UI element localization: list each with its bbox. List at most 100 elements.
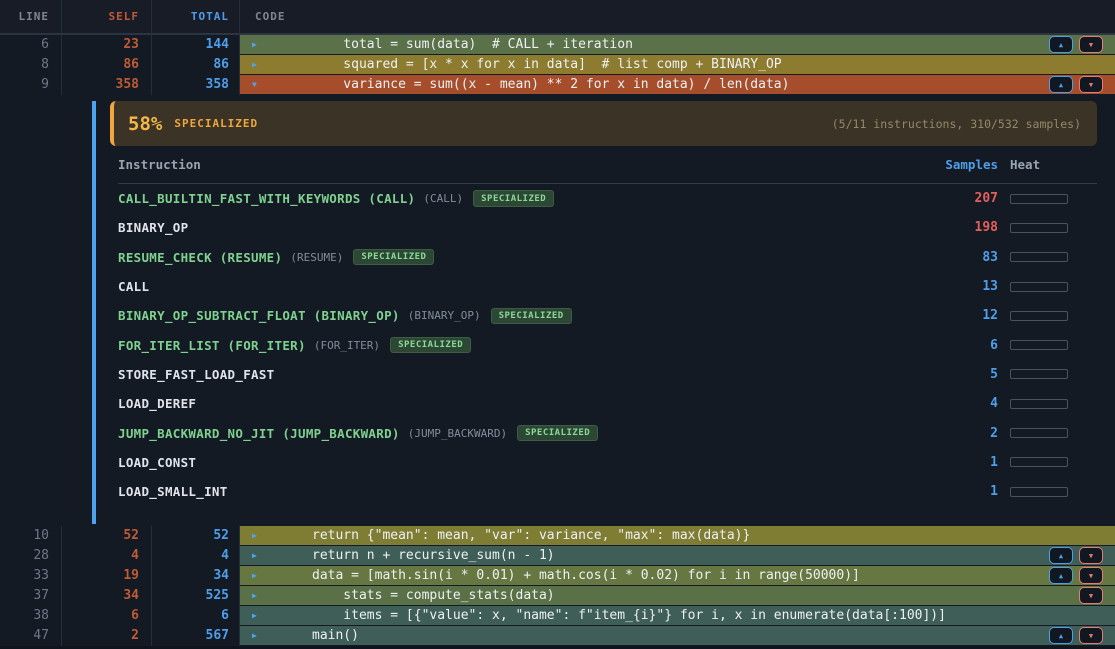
self-samples-value: 86 <box>62 55 152 75</box>
jump-up-button[interactable]: ▲ <box>1049 36 1073 53</box>
jump-down-button[interactable]: ▼ <box>1079 587 1103 604</box>
heat-column-header: Heat <box>1010 157 1068 172</box>
expand-toggle-icon[interactable]: ▶ <box>252 546 257 565</box>
instruction-name-group: BINARY_OP_SUBTRACT_FLOAT (BINARY_OP) (BI… <box>118 308 918 325</box>
expand-toggle-icon[interactable]: ▶ <box>252 526 257 545</box>
specialized-banner: 58% SPECIALIZED (5/11 instructions, 310/… <box>110 101 1097 146</box>
instruction-name-group: FOR_ITER_LIST (FOR_ITER) (FOR_ITER) SPEC… <box>118 337 918 354</box>
specialized-percent: 58% <box>128 113 162 135</box>
specialized-badge: SPECIALIZED <box>473 190 554 207</box>
instruction-row: JUMP_BACKWARD_NO_JIT (JUMP_BACKWARD) (JU… <box>118 418 1097 447</box>
code-cell[interactable]: ▶ return {"mean": mean, "var": variance,… <box>240 526 1115 545</box>
instruction-name: BINARY_OP <box>118 220 188 235</box>
panel-accent-bar <box>92 101 96 524</box>
instruction-name-group: LOAD_SMALL_INT <box>118 484 918 499</box>
expand-toggle-icon[interactable]: ▶ <box>252 626 257 645</box>
heat-bar <box>1010 223 1068 233</box>
line-number: 6 <box>0 35 62 55</box>
code-cell[interactable]: ▼ variance = sum((x - mean) ** 2 for x i… <box>240 75 1115 94</box>
total-samples-value: 52 <box>152 526 240 546</box>
instruction-name-group: RESUME_CHECK (RESUME) (RESUME) SPECIALIZ… <box>118 249 918 266</box>
instruction-row: RESUME_CHECK (RESUME) (RESUME) SPECIALIZ… <box>118 243 1097 272</box>
instruction-row: FOR_ITER_LIST (FOR_ITER) (FOR_ITER) SPEC… <box>118 330 1097 359</box>
instruction-samples-value: 207 <box>918 191 998 206</box>
instruction-name-group: JUMP_BACKWARD_NO_JIT (JUMP_BACKWARD) (JU… <box>118 425 918 442</box>
jump-down-button[interactable]: ▼ <box>1079 76 1103 93</box>
code-text: total = sum(data) # CALL + iteration <box>240 35 633 54</box>
column-header-total: TOTAL <box>152 0 240 34</box>
instruction-name: CALL <box>118 279 149 294</box>
instruction-name: CALL_BUILTIN_FAST_WITH_KEYWORDS (CALL) <box>118 191 415 206</box>
code-text: variance = sum((x - mean) ** 2 for x in … <box>240 75 789 94</box>
heat-bar <box>1010 399 1068 409</box>
instruction-name: JUMP_BACKWARD_NO_JIT (JUMP_BACKWARD) <box>118 426 400 441</box>
table-row: 6 23 144 ▶ total = sum(data) # CALL + it… <box>0 35 1115 55</box>
specialized-badge: SPECIALIZED <box>390 337 471 354</box>
instruction-samples-value: 1 <box>918 455 998 470</box>
specialized-label: SPECIALIZED <box>174 117 258 130</box>
code-cell[interactable]: ▶ items = [{"value": x, "name": f"item_{… <box>240 606 1115 625</box>
total-samples-value: 358 <box>152 75 240 95</box>
expand-toggle-icon[interactable]: ▼ <box>252 75 257 94</box>
jump-down-button[interactable]: ▼ <box>1079 547 1103 564</box>
self-samples-value: 52 <box>62 526 152 546</box>
table-row: 47 2 567 ▶ main() ▲ ▼ <box>0 626 1115 646</box>
code-text: main() <box>240 626 359 645</box>
row-navigation-buttons: ▲ ▼ <box>1049 76 1103 93</box>
expand-toggle-icon[interactable]: ▶ <box>252 55 257 74</box>
table-row: 33 19 34 ▶ data = [math.sin(i * 0.01) + … <box>0 566 1115 586</box>
instruction-row: LOAD_CONST 1 <box>118 448 1097 477</box>
instruction-samples-value: 2 <box>918 426 998 441</box>
specialization-panel: 58% SPECIALIZED (5/11 instructions, 310/… <box>0 101 1115 526</box>
instruction-base-name: (RESUME) <box>290 251 343 264</box>
line-number: 37 <box>0 586 62 606</box>
code-cell[interactable]: ▶ return n + recursive_sum(n - 1) ▲ ▼ <box>240 546 1115 565</box>
instruction-sample-summary: (5/11 instructions, 310/532 samples) <box>832 117 1081 131</box>
heat-bar <box>1010 311 1068 321</box>
instruction-row: BINARY_OP_SUBTRACT_FLOAT (BINARY_OP) (BI… <box>118 301 1097 330</box>
expand-toggle-icon[interactable]: ▶ <box>252 606 257 625</box>
expand-toggle-icon[interactable]: ▶ <box>252 35 257 54</box>
heat-bar <box>1010 282 1068 292</box>
jump-up-button[interactable]: ▲ <box>1049 627 1073 644</box>
code-cell[interactable]: ▶ stats = compute_stats(data) ▲ ▼ <box>240 586 1115 605</box>
column-header-self: SELF <box>62 0 152 34</box>
instruction-base-name: (FOR_ITER) <box>314 339 380 352</box>
instruction-rows: CALL_BUILTIN_FAST_WITH_KEYWORDS (CALL) (… <box>118 184 1097 506</box>
jump-down-button[interactable]: ▼ <box>1079 36 1103 53</box>
total-samples-value: 86 <box>152 55 240 75</box>
table-row: 28 4 4 ▶ return n + recursive_sum(n - 1)… <box>0 546 1115 566</box>
specialized-badge: SPECIALIZED <box>491 308 572 325</box>
code-text: return {"mean": mean, "var": variance, "… <box>240 526 750 545</box>
instruction-name: BINARY_OP_SUBTRACT_FLOAT (BINARY_OP) <box>118 308 400 323</box>
expand-toggle-icon[interactable]: ▶ <box>252 566 257 585</box>
code-cell[interactable]: ▶ total = sum(data) # CALL + iteration ▲… <box>240 35 1115 54</box>
column-header-line: LINE <box>0 0 62 34</box>
code-cell[interactable]: ▶ data = [math.sin(i * 0.01) + math.cos(… <box>240 566 1115 585</box>
total-samples-value: 34 <box>152 566 240 586</box>
expand-toggle-icon[interactable]: ▶ <box>252 586 257 605</box>
jump-up-button[interactable]: ▲ <box>1049 547 1073 564</box>
jump-down-button[interactable]: ▼ <box>1079 567 1103 584</box>
instruction-column-header: Instruction <box>118 157 918 172</box>
instruction-samples-value: 83 <box>918 250 998 265</box>
code-text: squared = [x * x for x in data] # list c… <box>240 55 782 74</box>
row-navigation-buttons: ▲ ▼ <box>1049 36 1103 53</box>
line-number: 28 <box>0 546 62 566</box>
code-text: stats = compute_stats(data) <box>240 586 555 605</box>
code-text: items = [{"value": x, "name": f"item_{i}… <box>240 606 946 625</box>
instruction-samples-value: 12 <box>918 308 998 323</box>
code-cell[interactable]: ▶ squared = [x * x for x in data] # list… <box>240 55 1115 74</box>
instruction-name-group: STORE_FAST_LOAD_FAST <box>118 367 918 382</box>
instruction-table: Instruction Samples Heat CALL_BUILTIN_FA… <box>118 146 1097 506</box>
code-cell[interactable]: ▶ main() ▲ ▼ <box>240 626 1115 645</box>
row-navigation-buttons: ▲ ▼ <box>1049 567 1103 584</box>
jump-up-button[interactable]: ▲ <box>1049 76 1073 93</box>
instruction-base-name: (BINARY_OP) <box>408 309 481 322</box>
jump-down-button[interactable]: ▼ <box>1079 627 1103 644</box>
specialized-badge: SPECIALIZED <box>353 249 434 266</box>
table-row: 9 358 358 ▼ variance = sum((x - mean) **… <box>0 75 1115 95</box>
jump-up-button[interactable]: ▲ <box>1049 567 1073 584</box>
instruction-name: RESUME_CHECK (RESUME) <box>118 250 282 265</box>
instruction-name: LOAD_CONST <box>118 455 196 470</box>
